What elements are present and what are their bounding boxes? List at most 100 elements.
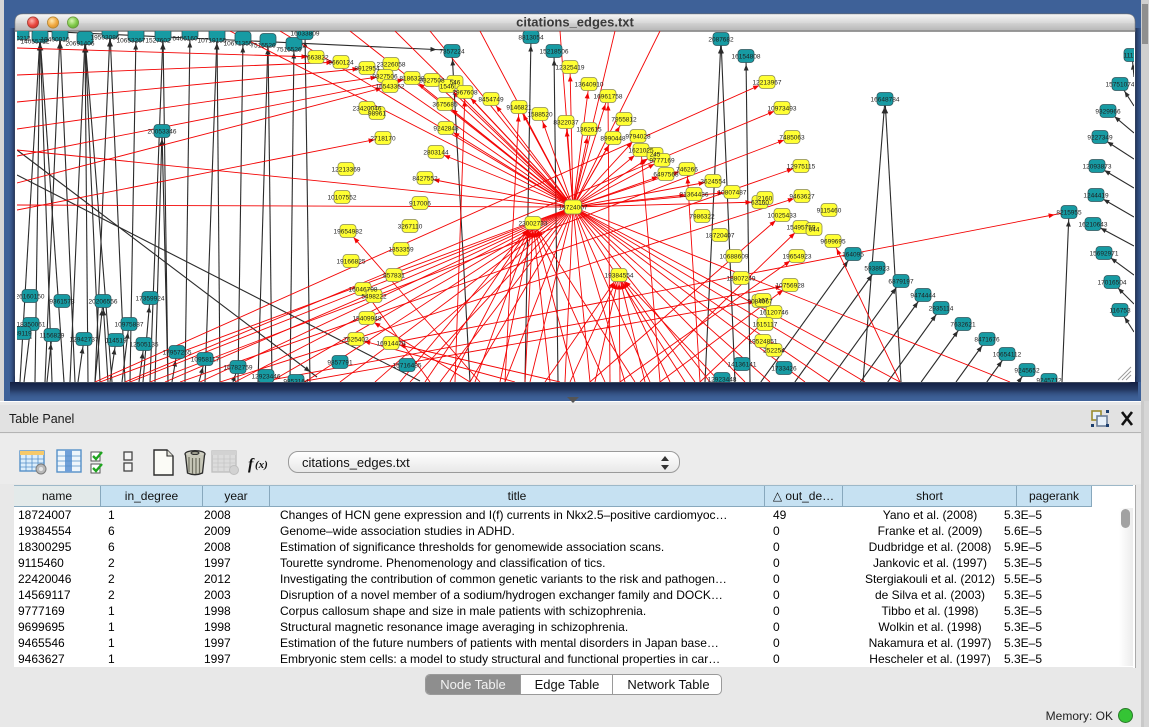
svg-text:12505135: 12505135 bbox=[130, 341, 159, 348]
svg-text:18724007: 18724007 bbox=[559, 204, 588, 211]
svg-text:5498222: 5498222 bbox=[361, 293, 387, 300]
svg-text:10756928: 10756928 bbox=[776, 282, 805, 289]
svg-text:98961: 98961 bbox=[368, 110, 386, 117]
svg-text:8471676: 8471676 bbox=[974, 336, 1000, 343]
svg-text:7663822: 7663822 bbox=[303, 54, 329, 61]
svg-text:2935114: 2935114 bbox=[929, 305, 954, 312]
svg-text:9245652: 9245652 bbox=[1014, 367, 1040, 374]
svg-text:7485063: 7485063 bbox=[779, 134, 805, 141]
svg-text:9777169: 9777169 bbox=[649, 157, 675, 164]
svg-text:18720407: 18720407 bbox=[706, 232, 735, 239]
svg-text:2087682: 2087682 bbox=[708, 36, 734, 43]
svg-text:1733426: 1733426 bbox=[771, 365, 797, 372]
svg-text:23226058: 23226058 bbox=[377, 61, 406, 68]
svg-text:16210643: 16210643 bbox=[1079, 221, 1108, 228]
svg-text:917006: 917006 bbox=[409, 200, 431, 207]
svg-text:9146821: 9146821 bbox=[506, 104, 532, 111]
svg-text:20206556: 20206556 bbox=[89, 298, 118, 305]
svg-text:7955812: 7955812 bbox=[611, 116, 637, 123]
svg-text:7632621: 7632621 bbox=[950, 321, 976, 328]
svg-text:1353359: 1353359 bbox=[388, 246, 414, 253]
svg-text:746266: 746266 bbox=[676, 166, 698, 173]
svg-text:19384554: 19384554 bbox=[605, 272, 634, 279]
svg-text:9115460: 9115460 bbox=[817, 207, 842, 214]
svg-text:14136141: 14136141 bbox=[728, 361, 757, 368]
svg-text:16782759: 16782759 bbox=[224, 364, 253, 371]
svg-text:1362615: 1362615 bbox=[576, 126, 602, 133]
svg-text:2803144: 2803144 bbox=[423, 149, 449, 156]
svg-text:26160150: 26160150 bbox=[16, 293, 45, 300]
svg-text:3267110: 3267110 bbox=[398, 223, 423, 230]
svg-text:8813054: 8813054 bbox=[518, 34, 544, 41]
svg-text:8215955: 8215955 bbox=[1056, 209, 1082, 216]
svg-text:164095: 164095 bbox=[842, 251, 864, 258]
svg-text:16120746: 16120746 bbox=[760, 309, 789, 316]
svg-text:3624554: 3624554 bbox=[700, 178, 726, 185]
svg-text:12975115: 12975115 bbox=[787, 163, 816, 170]
svg-text:12942737: 12942737 bbox=[70, 336, 99, 343]
svg-text:1156829: 1156829 bbox=[40, 332, 65, 339]
svg-text:10807487: 10807487 bbox=[718, 189, 747, 196]
svg-text:9474444: 9474444 bbox=[910, 292, 936, 299]
svg-text:23002733: 23002733 bbox=[519, 220, 548, 227]
svg-text:7515526: 7515526 bbox=[276, 47, 302, 54]
svg-text:16648784: 16648784 bbox=[871, 96, 900, 103]
svg-text:16914479: 16914479 bbox=[377, 340, 406, 347]
svg-text:20053346: 20053346 bbox=[148, 128, 177, 135]
svg-text:10688609: 10688609 bbox=[720, 253, 749, 260]
svg-text:9227349: 9227349 bbox=[1087, 134, 1113, 141]
svg-text:21364436: 21364436 bbox=[680, 191, 709, 198]
svg-text:9857791: 9857791 bbox=[327, 359, 353, 366]
svg-text:(x): (x) bbox=[255, 459, 268, 471]
svg-text:7357224: 7357224 bbox=[439, 48, 465, 55]
svg-text:644: 644 bbox=[809, 226, 820, 233]
svg-text:10025433: 10025433 bbox=[768, 212, 797, 219]
svg-text:17359924: 17359924 bbox=[136, 295, 165, 302]
svg-text:19166825: 19166825 bbox=[337, 258, 366, 265]
svg-text:15409948: 15409948 bbox=[353, 315, 382, 322]
svg-text:8990448: 8990448 bbox=[600, 135, 626, 142]
svg-text:5938923: 5938923 bbox=[864, 265, 890, 272]
svg-text:20691406: 20691406 bbox=[66, 41, 95, 48]
svg-text:13640910: 13640910 bbox=[575, 81, 604, 88]
svg-text:9242848: 9242848 bbox=[433, 125, 459, 132]
svg-text:6466160: 6466160 bbox=[172, 36, 198, 43]
svg-text:1615117: 1615117 bbox=[753, 321, 778, 328]
svg-text:18807249: 18807249 bbox=[727, 275, 756, 282]
svg-text:8454749: 8454749 bbox=[478, 96, 504, 103]
svg-text:19503086: 19503086 bbox=[91, 35, 120, 42]
svg-text:12213369: 12213369 bbox=[332, 166, 361, 173]
svg-text:18350061: 18350061 bbox=[17, 321, 46, 328]
svg-text:7986322: 7986322 bbox=[689, 213, 715, 220]
svg-text:114519: 114519 bbox=[105, 337, 127, 344]
svg-text:19524851: 19524851 bbox=[749, 338, 778, 345]
svg-text:9699695: 9699695 bbox=[820, 238, 846, 245]
svg-text:6879197: 6879197 bbox=[888, 278, 914, 285]
svg-text:9794028: 9794028 bbox=[625, 133, 651, 140]
svg-text:252254: 252254 bbox=[763, 347, 785, 354]
svg-text:7625402: 7625402 bbox=[343, 336, 369, 343]
svg-text:12093873: 12093873 bbox=[1083, 163, 1112, 170]
svg-text:9329966: 9329966 bbox=[1095, 108, 1121, 115]
svg-text:1588520: 1588520 bbox=[527, 111, 553, 118]
svg-text:citations_edges.txt: citations_edges.txt bbox=[516, 15, 634, 30]
svg-text:1244419: 1244419 bbox=[1083, 192, 1109, 199]
svg-text:10719155: 10719155 bbox=[198, 38, 227, 45]
svg-text:12923446: 12923446 bbox=[252, 373, 281, 380]
svg-text:2967608: 2967608 bbox=[452, 89, 478, 96]
svg-text:15692971: 15692971 bbox=[1090, 250, 1119, 257]
svg-text:16033809: 16033809 bbox=[291, 30, 320, 37]
svg-text:17016504: 17016504 bbox=[1098, 279, 1127, 286]
svg-text:9327506: 9327506 bbox=[372, 73, 398, 80]
svg-text:15218506: 15218506 bbox=[540, 48, 569, 55]
svg-text:15716485: 15716485 bbox=[393, 362, 422, 369]
svg-text:857831: 857831 bbox=[383, 272, 405, 279]
svg-text:2160: 2160 bbox=[758, 195, 773, 202]
svg-text:9463627: 9463627 bbox=[789, 193, 815, 200]
svg-text:19654923: 19654923 bbox=[783, 253, 812, 260]
svg-text:8427552: 8427552 bbox=[412, 175, 438, 182]
svg-text:15751074: 15751074 bbox=[1106, 81, 1135, 88]
svg-text:19654982: 19654982 bbox=[334, 228, 363, 235]
svg-text:16961758: 16961758 bbox=[594, 93, 623, 100]
svg-text:3675685: 3675685 bbox=[432, 101, 458, 108]
